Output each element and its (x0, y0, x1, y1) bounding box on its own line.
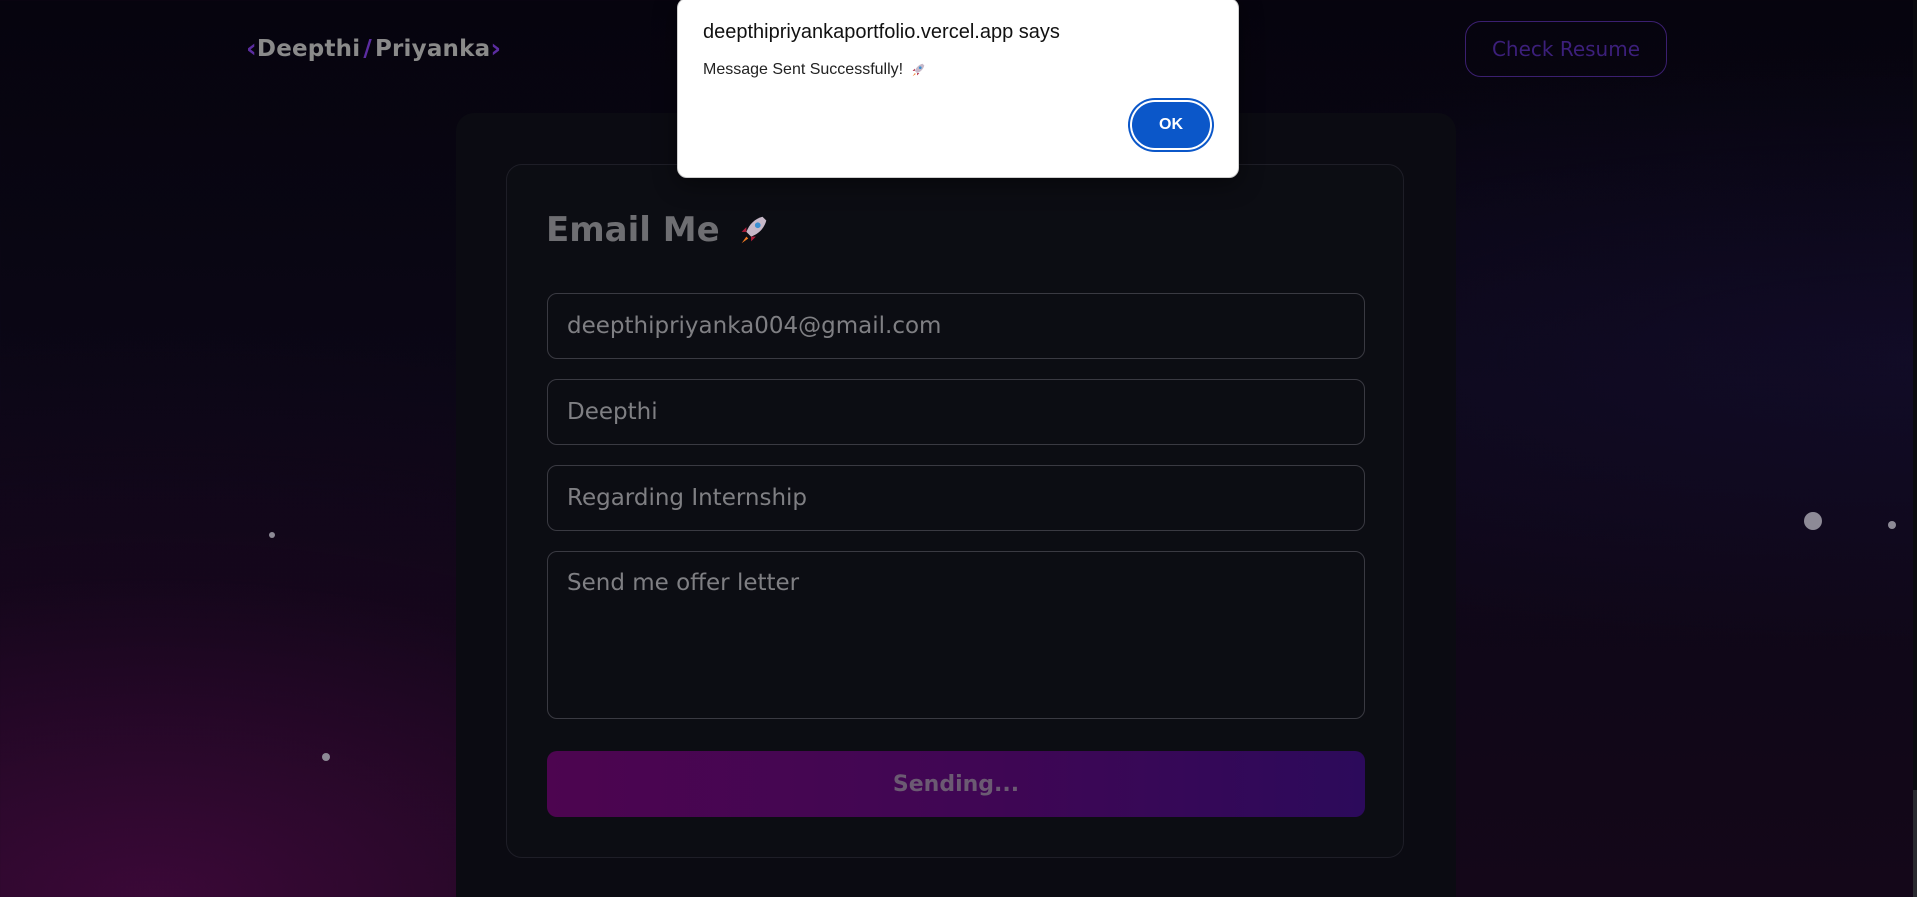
dialog-ok-button[interactable]: OK (1132, 102, 1210, 148)
check-resume-button[interactable]: Check Resume (1465, 21, 1667, 77)
site-logo[interactable]: ‹ Deepthi / Priyanka › (246, 34, 501, 64)
logo-first-name: Deepthi (256, 36, 361, 62)
scrollbar-thumb[interactable] (1913, 790, 1917, 897)
dialog-message-text: Message Sent Successfully! (703, 61, 904, 78)
form-title: Email Me (546, 210, 772, 250)
background-star (269, 532, 275, 538)
email-input[interactable]: deepthipriyanka004@gmail.com (547, 293, 1365, 359)
logo-second-name: Priyanka (374, 36, 491, 62)
rocket-icon (741, 216, 766, 244)
page-scrollbar[interactable] (1913, 0, 1917, 897)
form-title-text: Email Me (546, 210, 720, 250)
chevron-left-icon: ‹ (246, 34, 257, 64)
logo-slash: / (363, 36, 372, 62)
dialog-message: Message Sent Successfully! (703, 61, 927, 79)
name-input[interactable]: Deepthi (547, 379, 1365, 445)
send-button[interactable]: Sending... (547, 751, 1365, 817)
background-star (1888, 521, 1896, 529)
background-star (322, 753, 330, 761)
rocket-icon (912, 63, 925, 77)
chevron-right-icon: › (490, 34, 502, 64)
dialog-title: deepthipriyankaportfolio.vercel.app says (703, 21, 1060, 43)
background-star (1804, 512, 1822, 530)
subject-input[interactable]: Regarding Internship (547, 465, 1365, 531)
message-textarea[interactable]: Send me offer letter (547, 551, 1365, 719)
alert-dialog: deepthipriyankaportfolio.vercel.app says… (677, 0, 1239, 178)
